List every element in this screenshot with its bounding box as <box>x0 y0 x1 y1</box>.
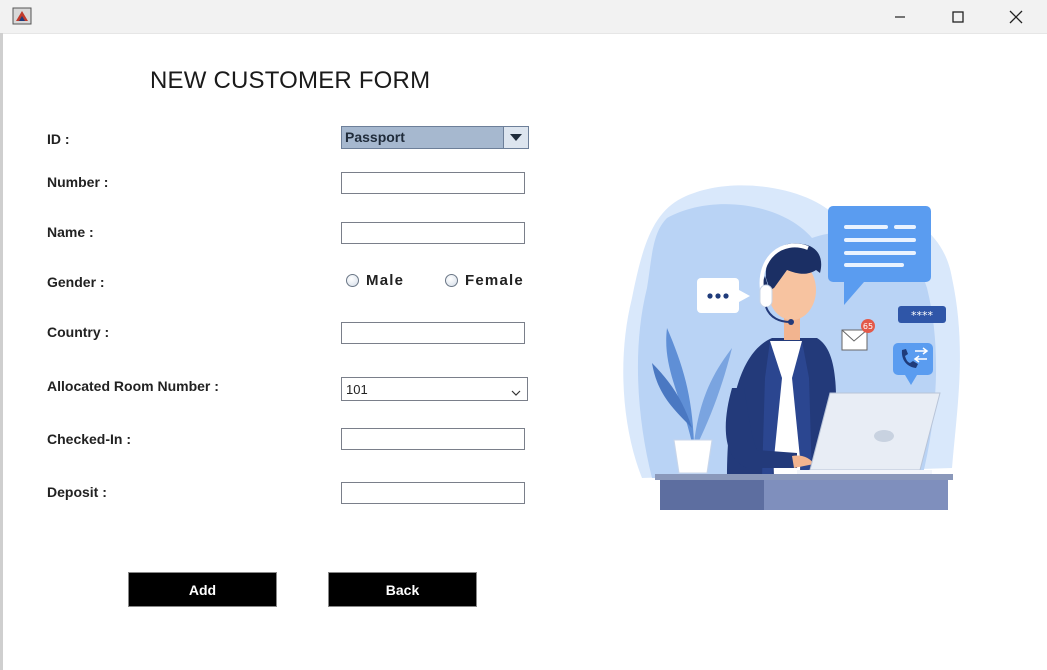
close-button[interactable] <box>987 0 1045 33</box>
country-field[interactable] <box>341 322 525 344</box>
checked-in-label: Checked-In : <box>47 431 132 447</box>
gender-male-label: Male <box>366 272 405 289</box>
radio-button[interactable] <box>445 274 458 287</box>
deposit-label: Deposit : <box>47 484 107 500</box>
java-app-icon <box>12 7 32 25</box>
name-label: Name : <box>47 224 94 240</box>
gender-male-radio[interactable]: Male <box>346 272 404 289</box>
number-label: Number : <box>47 174 109 190</box>
close-icon <box>1009 10 1023 23</box>
id-type-select[interactable]: Passport <box>341 126 529 149</box>
chevron-down-icon <box>511 384 521 402</box>
gender-female-radio[interactable]: Female <box>445 272 524 289</box>
id-label: ID : <box>47 131 70 147</box>
svg-text:****: **** <box>911 309 934 322</box>
country-label: Country : <box>47 324 110 340</box>
gender-female-label: Female <box>465 272 524 289</box>
back-button[interactable]: Back <box>328 572 477 607</box>
minimize-icon <box>895 15 905 18</box>
deposit-field[interactable] <box>341 482 525 504</box>
radio-button[interactable] <box>346 274 359 287</box>
id-type-selected: Passport <box>345 129 405 145</box>
checked-in-field[interactable] <box>341 428 525 450</box>
number-field[interactable] <box>341 172 525 194</box>
minimize-button[interactable] <box>871 0 929 33</box>
customer-support-agent-illustration: **** 65 <box>623 185 960 510</box>
maximize-button[interactable] <box>929 0 987 33</box>
gender-label: Gender : <box>47 274 105 290</box>
room-label: Allocated Room Number : <box>47 378 219 394</box>
notification-count: 65 <box>863 322 873 331</box>
window-border <box>0 33 3 670</box>
dropdown-arrow-icon[interactable] <box>503 127 528 148</box>
name-field[interactable] <box>341 222 525 244</box>
room-number-selected: 101 <box>346 382 368 397</box>
add-button[interactable]: Add <box>128 572 277 607</box>
maximize-icon <box>952 10 964 23</box>
form-title: NEW CUSTOMER FORM <box>150 67 431 94</box>
window-titlebar <box>0 0 1047 34</box>
room-number-select[interactable]: 101 <box>341 377 528 401</box>
